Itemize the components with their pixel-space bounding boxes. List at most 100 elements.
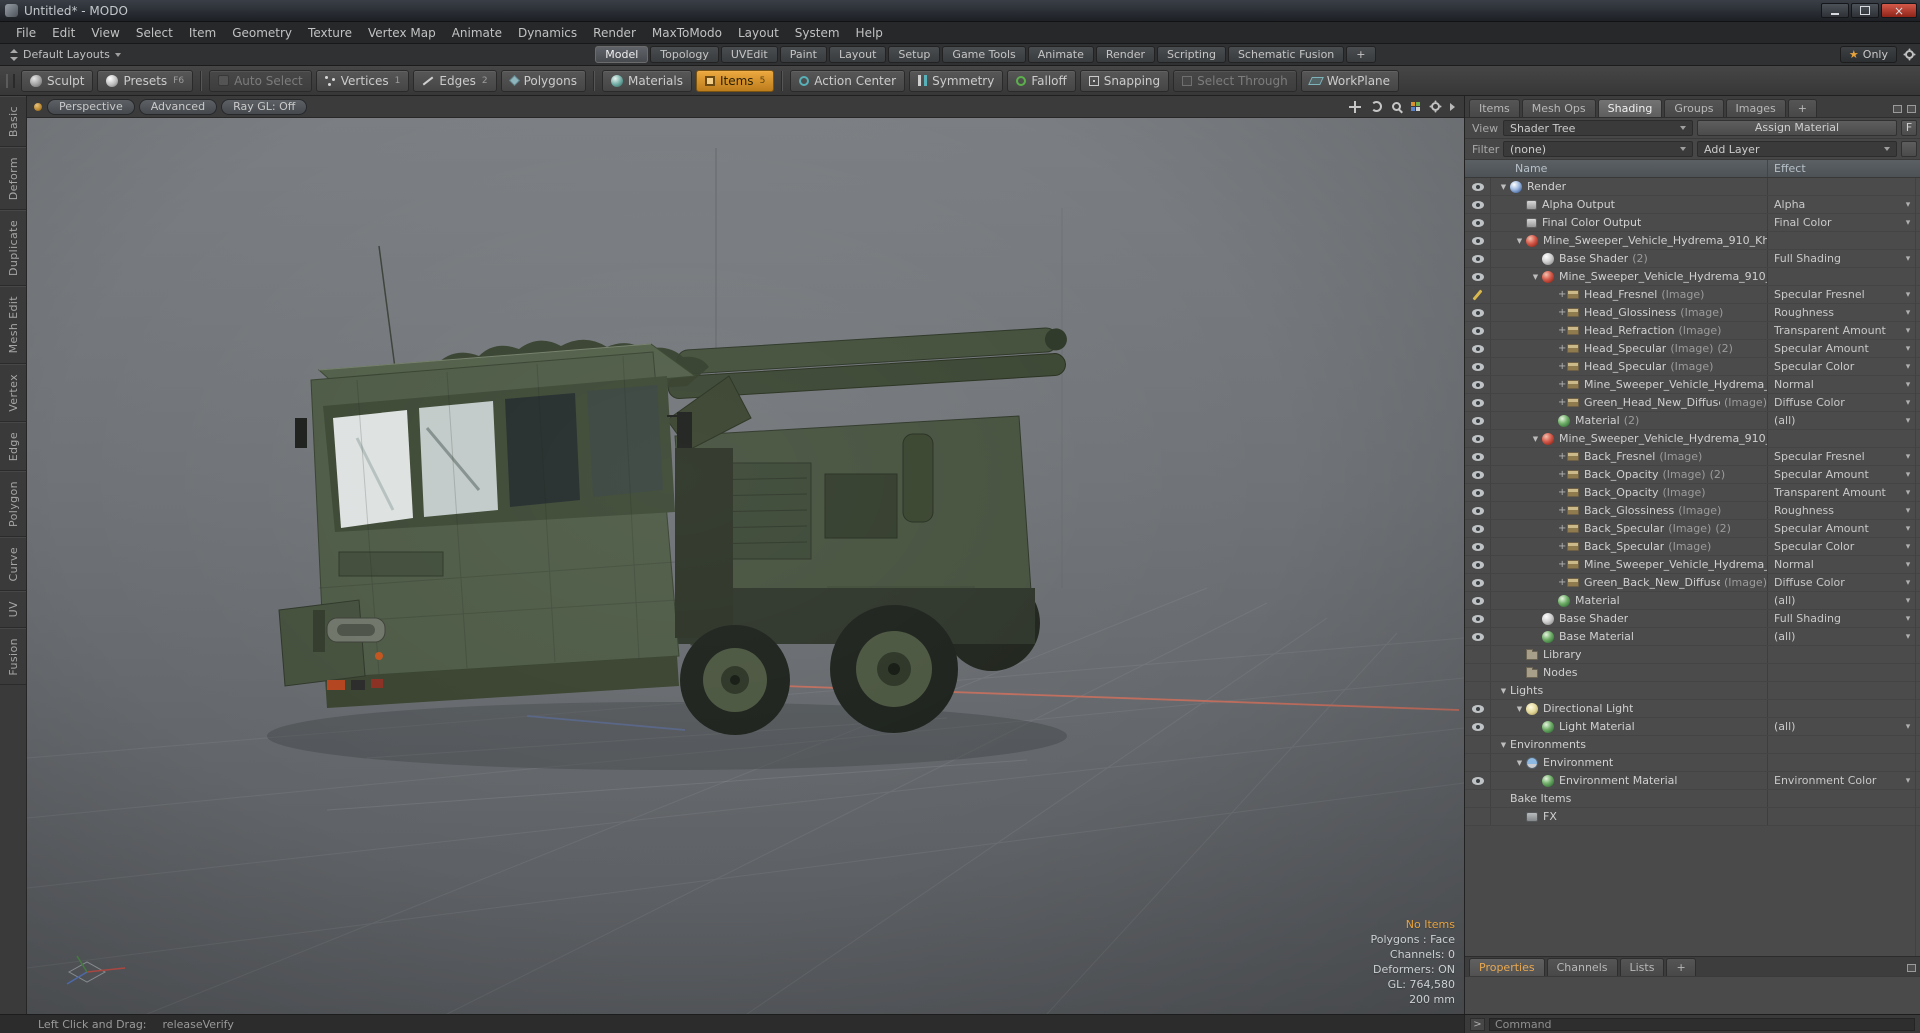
visibility-eye-icon[interactable] <box>1465 322 1491 339</box>
visibility-eye-icon[interactable] <box>1465 376 1491 393</box>
tree-row[interactable]: + Head_Refraction (Image) Transparent Amoun… <box>1465 322 1920 340</box>
effect-dropdown-icon[interactable]: ▾ <box>1897 398 1919 408</box>
visibility-eye-icon[interactable] <box>1465 502 1491 519</box>
tree-row[interactable]: Base Shader Full Shading ▾ <box>1465 610 1920 628</box>
close-button[interactable] <box>1881 3 1917 18</box>
tree-row[interactable]: Bake Items <box>1465 790 1920 808</box>
visibility-eye-icon[interactable] <box>1465 448 1491 465</box>
tree-row[interactable]: Alpha Output Alpha ▾ <box>1465 196 1920 214</box>
effect-cell[interactable]: Normal <box>1767 376 1897 393</box>
layout-tab-setup[interactable]: Setup <box>888 46 941 63</box>
panel-options-icon[interactable] <box>1907 964 1916 972</box>
menu-help[interactable]: Help <box>848 23 891 43</box>
tree-row[interactable]: + Head_Glossiness (Image) Roughness ▾ <box>1465 304 1920 322</box>
layout-tab-paint[interactable]: Paint <box>779 46 827 63</box>
menu-animate[interactable]: Animate <box>444 23 510 43</box>
tree-row[interactable]: + Head_Fresnel (Image) Specular Fresnel ▾ <box>1465 286 1920 304</box>
effect-cell[interactable]: Specular Amount <box>1767 520 1897 537</box>
snapping-button[interactable]: Snapping <box>1079 69 1170 92</box>
visibility-eye-icon[interactable] <box>1465 484 1491 501</box>
effect-cell[interactable]: Diffuse Color <box>1767 394 1897 411</box>
layout-tab-scripting[interactable]: Scripting <box>1157 46 1226 63</box>
effect-cell[interactable]: Transparent Amount <box>1767 484 1897 501</box>
tab-lists[interactable]: Lists <box>1619 958 1665 976</box>
layout-tab-game-tools[interactable]: Game Tools <box>942 46 1026 63</box>
tree-row[interactable]: ▼ Directional Light <box>1465 700 1920 718</box>
expand-arrow-icon[interactable]: ▼ <box>1513 759 1526 767</box>
tool-tab-edge[interactable]: Edge <box>0 421 26 471</box>
menu-maxtomodo[interactable]: MaxToModo <box>644 23 730 43</box>
action-center-button[interactable]: Action Center <box>790 69 906 92</box>
layout-tab-layout[interactable]: Layout <box>828 46 887 63</box>
menu-layout[interactable]: Layout <box>730 23 787 43</box>
effect-dropdown-icon[interactable]: ▾ <box>1897 506 1919 516</box>
only-button[interactable]: ★ Only <box>1839 46 1897 63</box>
tree-row[interactable]: + Head_Specular (Image) (2) Specular Amount ▾ <box>1465 340 1920 358</box>
effect-cell[interactable]: (all) <box>1767 592 1897 609</box>
tool-tab-vertex[interactable]: Vertex <box>0 363 26 422</box>
visibility-eye-icon[interactable] <box>1465 772 1491 789</box>
orbit-icon[interactable] <box>1371 101 1382 112</box>
panel-menu-icon[interactable] <box>1907 105 1916 113</box>
tree-row[interactable]: + Back_Fresnel (Image) Specular Fresnel ▾ <box>1465 448 1920 466</box>
effect-dropdown-icon[interactable]: ▾ <box>1897 290 1919 300</box>
effect-cell[interactable]: Environment Color <box>1767 772 1897 789</box>
expand-arrow-icon[interactable]: ▼ <box>1529 273 1542 281</box>
polygons-button[interactable]: Polygons <box>500 69 586 92</box>
tab-groups[interactable]: Groups <box>1664 99 1724 117</box>
expand-arrow-icon[interactable]: ▼ <box>1513 237 1526 245</box>
auto-select-button[interactable]: Auto Select <box>209 69 312 92</box>
panel-split-icon[interactable] <box>1893 105 1902 113</box>
falloff-button[interactable]: Falloff <box>1007 69 1076 92</box>
tool-tab-fusion[interactable]: Fusion <box>0 627 26 686</box>
menu-vertex-map[interactable]: Vertex Map <box>360 23 444 43</box>
pan-icon[interactable] <box>1349 100 1361 113</box>
tool-tab-uv[interactable]: UV <box>0 591 26 628</box>
filter-dropdown[interactable]: (none) <box>1503 141 1693 157</box>
effect-dropdown-icon[interactable]: ▾ <box>1897 578 1919 588</box>
expand-arrow-icon[interactable]: ▼ <box>1497 687 1510 695</box>
viewport-tab-perspective[interactable]: Perspective <box>47 98 135 115</box>
sculpt-button[interactable]: Sculpt <box>21 69 94 92</box>
presets-button[interactable]: Presets F6 <box>97 69 194 92</box>
menu-render[interactable]: Render <box>585 23 644 43</box>
effect-dropdown-icon[interactable]: ▾ <box>1897 416 1919 426</box>
menu-file[interactable]: File <box>8 23 44 43</box>
effect-cell[interactable]: Specular Fresnel <box>1767 448 1897 465</box>
effect-cell[interactable]: Transparent Amount <box>1767 322 1897 339</box>
effect-dropdown-icon[interactable]: ▾ <box>1897 344 1919 354</box>
viewport-options-gear-icon[interactable] <box>1431 102 1440 111</box>
effect-cell[interactable]: Full Shading <box>1767 610 1897 627</box>
command-input[interactable]: Command <box>1489 1017 1915 1031</box>
tree-row[interactable]: + Back_Opacity (Image) Transparent Amount ▾ <box>1465 484 1920 502</box>
effect-dropdown-icon[interactable]: ▾ <box>1897 254 1919 264</box>
items-button[interactable]: Items 5 <box>695 69 775 92</box>
effect-dropdown-icon[interactable]: ▾ <box>1897 542 1919 552</box>
effect-cell[interactable]: Roughness <box>1767 304 1897 321</box>
effect-cell[interactable]: Normal <box>1767 556 1897 573</box>
name-column-header[interactable]: Name <box>1465 162 1767 175</box>
tree-row[interactable]: ▼ Mine_Sweeper_Vehicle_Hydrema_910_Kh... <box>1465 232 1920 250</box>
default-layouts-dropdown[interactable]: Default Layouts <box>0 48 131 61</box>
effect-cell[interactable]: (all) <box>1767 628 1897 645</box>
tree-row[interactable]: Library <box>1465 646 1920 664</box>
tool-tab-mesh-edit[interactable]: Mesh Edit <box>0 286 26 364</box>
visibility-eye-icon[interactable] <box>1465 394 1491 411</box>
workplane-button[interactable]: WorkPlane <box>1300 69 1400 92</box>
tree-row[interactable]: ▼ Mine_Sweeper_Vehicle_Hydrema_910_... <box>1465 268 1920 286</box>
tree-row[interactable]: ▼ Environments <box>1465 736 1920 754</box>
vertices-button[interactable]: Vertices 1 <box>315 69 410 92</box>
visibility-eye-icon[interactable] <box>1465 556 1491 573</box>
visibility-eye-icon[interactable] <box>1465 700 1491 717</box>
layout-tab-animate[interactable]: Animate <box>1027 46 1094 63</box>
viewport-tab-advanced[interactable]: Advanced <box>138 98 218 115</box>
effect-dropdown-icon[interactable]: ▾ <box>1897 200 1919 210</box>
visibility-eye-icon[interactable] <box>1465 340 1491 357</box>
tree-row[interactable]: FX <box>1465 808 1920 826</box>
effect-dropdown-icon[interactable]: ▾ <box>1897 308 1919 318</box>
effect-dropdown-icon[interactable]: ▾ <box>1897 560 1919 570</box>
view-mode-dropdown[interactable]: Shader Tree <box>1503 120 1693 136</box>
layout-tab-uvedit[interactable]: UVEdit <box>720 46 778 63</box>
tab-channels[interactable]: Channels <box>1546 958 1618 976</box>
effect-cell[interactable]: Specular Color <box>1767 358 1897 375</box>
